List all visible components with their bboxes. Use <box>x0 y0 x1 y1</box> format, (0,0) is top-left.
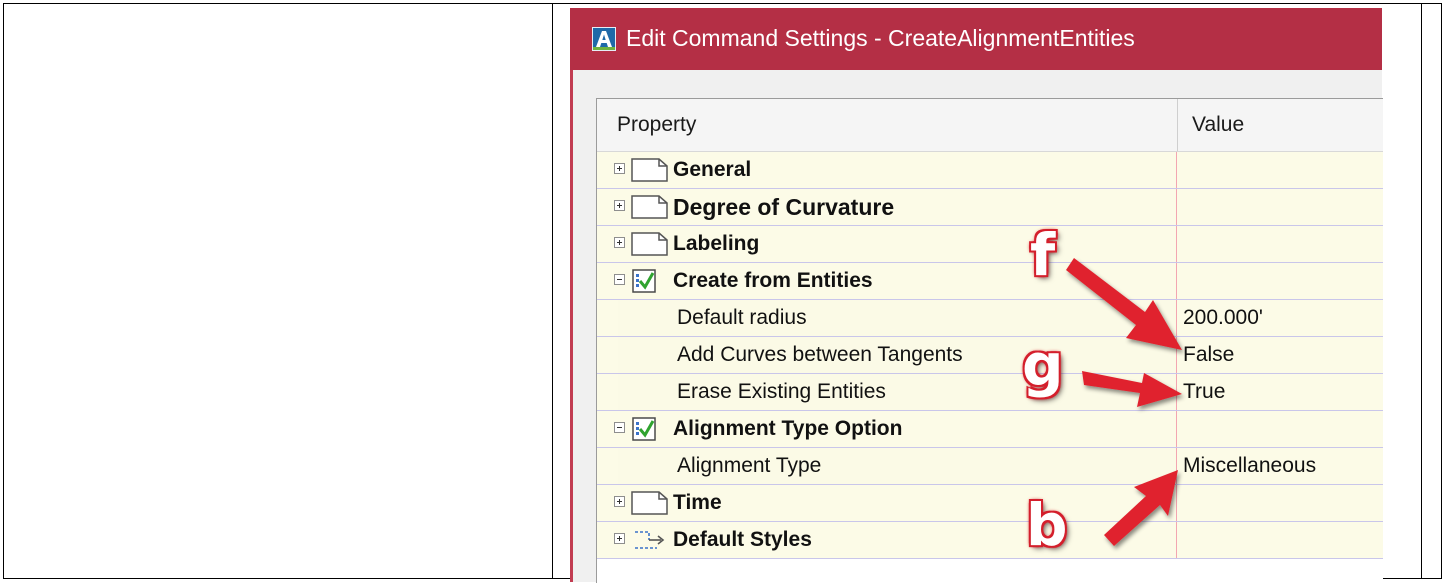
property-row-default-radius[interactable]: Default radius 200.000' <box>597 300 1383 337</box>
row-gutter <box>597 337 618 373</box>
property-value[interactable]: Miscellaneous <box>1178 448 1383 484</box>
property-cell: Add Curves between Tangents <box>597 337 1177 373</box>
property-row-erase-existing-entities[interactable]: Erase Existing Entities True <box>597 374 1383 411</box>
row-gutter <box>597 300 618 336</box>
grid-rows: General Degree of Curvature Labeling Cre… <box>597 152 1383 559</box>
window-title: Edit Command Settings - CreateAlignmentE… <box>626 25 1135 51</box>
property-cell: Default Styles <box>597 522 1177 558</box>
property-cell: Time <box>597 485 1177 521</box>
category-label: Alignment Type Option <box>673 417 903 440</box>
category-label: Create from Entities <box>673 269 873 292</box>
value-cell <box>1178 226 1383 262</box>
category-row-degree-of-curvature[interactable]: Degree of Curvature <box>597 189 1383 226</box>
value-cell <box>1178 485 1383 521</box>
property-cell: Degree of Curvature <box>597 189 1177 225</box>
category-row-create-from-entities[interactable]: Create from Entities <box>597 263 1383 300</box>
expand-plus-icon[interactable] <box>614 200 625 211</box>
blank-page-icon <box>631 232 668 256</box>
category-row-general[interactable]: General <box>597 152 1383 189</box>
property-cell: General <box>597 152 1177 188</box>
value-cell <box>1178 522 1383 558</box>
value-cell <box>1178 263 1383 299</box>
table-column-divider <box>552 4 553 578</box>
property-cell: Erase Existing Entities <box>597 374 1177 410</box>
expand-plus-icon[interactable] <box>614 163 625 174</box>
category-row-alignment-type-option[interactable]: Alignment Type Option <box>597 411 1383 448</box>
row-gutter <box>597 448 618 484</box>
checked-settings-icon <box>632 417 656 441</box>
property-row-add-curves-between-tangents[interactable]: Add Curves between Tangents False <box>597 337 1383 374</box>
category-label: General <box>673 158 752 181</box>
column-header-property[interactable]: Property <box>617 113 696 137</box>
row-gutter <box>597 374 618 410</box>
value-cell <box>1178 411 1383 447</box>
property-label: Add Curves between Tangents <box>677 343 963 366</box>
title-bar[interactable]: Edit Command Settings - CreateAlignmentE… <box>570 8 1382 70</box>
column-resize-handle[interactable] <box>1177 99 1178 151</box>
value-cell <box>1178 189 1383 225</box>
grid-header: Property Value <box>597 99 1383 152</box>
value-cell <box>1178 152 1383 188</box>
property-cell: Default radius <box>597 300 1177 336</box>
category-label: Labeling <box>673 232 760 255</box>
property-label: Default radius <box>677 306 807 329</box>
expand-plus-icon[interactable] <box>614 533 625 544</box>
blank-page-icon <box>631 158 668 182</box>
dashed-arrow-icon <box>635 531 665 549</box>
category-label: Degree of Curvature <box>673 194 895 220</box>
empty-table-cell <box>1422 4 1442 578</box>
collapse-minus-icon[interactable] <box>614 422 625 433</box>
column-header-value[interactable]: Value <box>1192 113 1244 137</box>
category-row-labeling[interactable]: Labeling <box>597 226 1383 263</box>
property-value[interactable]: 200.000' <box>1178 300 1383 336</box>
autocad-a-icon <box>592 27 616 51</box>
property-cell: Create from Entities <box>597 263 1177 299</box>
category-row-time[interactable]: Time <box>597 485 1383 522</box>
blank-page-icon <box>631 195 668 219</box>
property-cell: Alignment Type <box>597 448 1177 484</box>
category-row-default-styles[interactable]: Default Styles <box>597 522 1383 559</box>
blank-page-icon <box>631 491 668 515</box>
property-label: Erase Existing Entities <box>677 380 886 403</box>
category-label: Default Styles <box>673 528 812 551</box>
property-cell: Labeling <box>597 226 1177 262</box>
property-label: Alignment Type <box>677 454 822 477</box>
property-grid: Property Value General Degree of Curvatu… <box>596 98 1383 583</box>
empty-table-cell <box>4 4 552 578</box>
property-value[interactable]: True <box>1178 374 1383 410</box>
checked-settings-icon <box>632 269 656 293</box>
expand-plus-icon[interactable] <box>614 496 625 507</box>
property-cell: Alignment Type Option <box>597 411 1177 447</box>
expand-plus-icon[interactable] <box>614 237 625 248</box>
property-value[interactable]: False <box>1178 337 1383 373</box>
property-row-alignment-type[interactable]: Alignment Type Miscellaneous <box>597 448 1383 485</box>
collapse-minus-icon[interactable] <box>614 274 625 285</box>
window-border <box>570 70 573 582</box>
category-label: Time <box>673 491 722 514</box>
